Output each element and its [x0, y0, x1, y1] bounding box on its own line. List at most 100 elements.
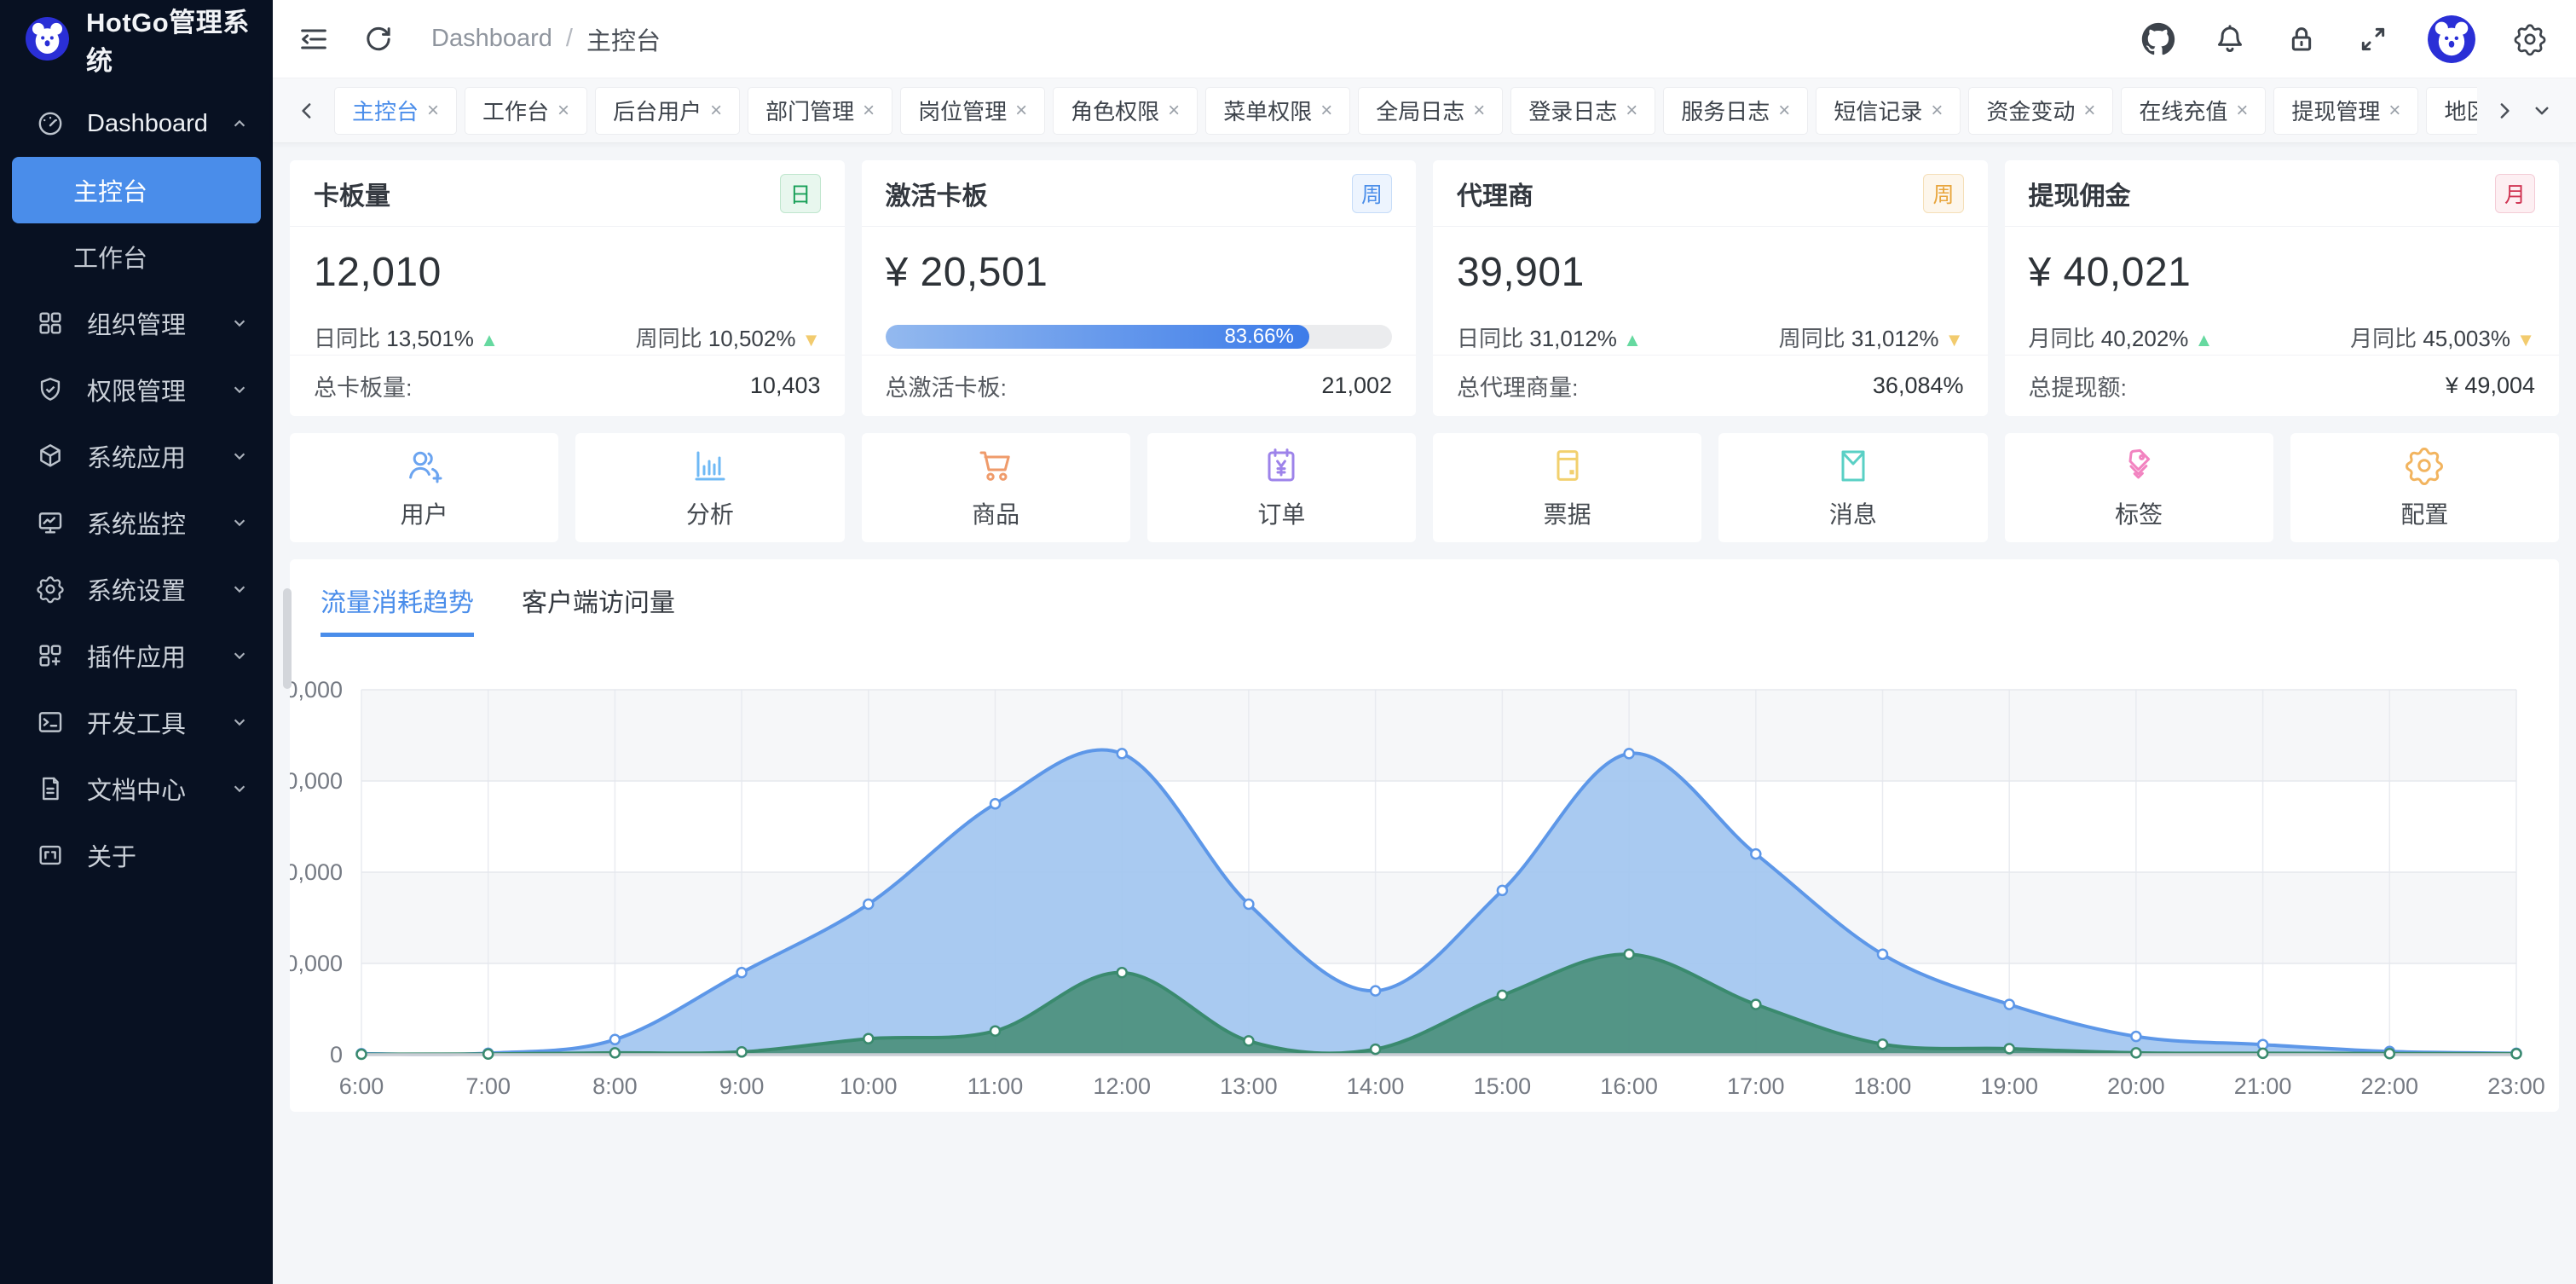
- tabs-scroll-right-icon[interactable]: [2486, 92, 2523, 130]
- frame-icon: [36, 841, 65, 870]
- close-icon[interactable]: ×: [1015, 99, 1027, 123]
- tab-workbench[interactable]: 工作台×: [465, 87, 587, 135]
- app-logo[interactable]: HotGo管理系统: [0, 0, 273, 78]
- stat-card-activated: 激活卡板 周 ¥ 20,501 83.66% 总激活卡板: 21,002: [862, 160, 1417, 416]
- app-title: HotGo管理系统: [86, 1, 273, 78]
- tab-region-codes[interactable]: 地区编码×: [2426, 87, 2477, 135]
- sidebar-item-dev-tools[interactable]: 开发工具: [0, 689, 273, 755]
- activation-progress: 83.66%: [886, 325, 1393, 349]
- shield-check-icon: [36, 375, 65, 404]
- stat-card-pallets: 卡板量 日 12,010 日同比 13,501% ▲ 周同比 10,502% ▼…: [290, 160, 845, 416]
- close-icon[interactable]: ×: [2083, 99, 2095, 123]
- svg-text:7:00: 7:00: [465, 1073, 511, 1099]
- sidebar-item-label: 工作台: [73, 239, 147, 275]
- sidebar-item-workbench[interactable]: 工作台: [12, 223, 261, 290]
- tab-console[interactable]: 主控台×: [334, 87, 457, 135]
- tab-withdraw-manage[interactable]: 提现管理×: [2273, 87, 2418, 135]
- koala-logo-icon: [26, 17, 69, 61]
- shortcut-orders[interactable]: 订单: [1147, 433, 1416, 542]
- shortcut-label: 分析: [686, 496, 734, 530]
- tab-traffic-trend[interactable]: 流量消耗趋势: [321, 581, 474, 637]
- close-icon[interactable]: ×: [1168, 99, 1180, 123]
- shortcut-label: 票据: [1544, 496, 1591, 530]
- shortcut-goods[interactable]: 商品: [862, 433, 1130, 542]
- shortcut-analysis[interactable]: 分析: [575, 433, 844, 542]
- settings-gear-icon[interactable]: [2513, 22, 2547, 56]
- collapse-sidebar-icon[interactable]: [297, 22, 331, 56]
- sub-stat-left: 日同比 31,012% ▲: [1457, 321, 1642, 353]
- sidebar-item-plugins[interactable]: 插件应用: [0, 622, 273, 689]
- tabs-menu-dropdown-icon[interactable]: [2523, 92, 2561, 130]
- svg-text:16:00: 16:00: [1600, 1073, 1658, 1099]
- close-icon[interactable]: ×: [1626, 99, 1637, 123]
- close-icon[interactable]: ×: [2236, 99, 2248, 123]
- card-value: ¥ 20,501: [886, 249, 1393, 296]
- svg-text:10:00: 10:00: [840, 1073, 898, 1099]
- tab-posts[interactable]: 岗位管理×: [900, 87, 1045, 135]
- shortcut-messages[interactable]: 消息: [1718, 433, 1987, 542]
- tabs-scroll-left-icon[interactable]: [288, 92, 326, 130]
- chart-tabs: 流量消耗趋势 客户端访问量: [290, 559, 2559, 637]
- sidebar-item-about[interactable]: 关于: [0, 822, 273, 888]
- close-icon[interactable]: ×: [427, 99, 439, 123]
- refresh-icon[interactable]: [361, 22, 396, 56]
- card-value: 39,901: [1457, 249, 1964, 296]
- close-icon[interactable]: ×: [1778, 99, 1790, 123]
- close-icon[interactable]: ×: [2388, 99, 2400, 123]
- sub-stat-right: 月同比 45,003% ▼: [2350, 321, 2535, 353]
- tab-admin-users[interactable]: 后台用户×: [595, 87, 740, 135]
- sub-stat-right: 周同比 31,012% ▼: [1779, 321, 1964, 353]
- shortcut-users[interactable]: 用户: [290, 433, 558, 542]
- sidebar-item-system-settings[interactable]: 系统设置: [0, 556, 273, 622]
- sidebar-item-console[interactable]: 主控台: [12, 157, 261, 223]
- activation-progress-fill: 83.66%: [886, 325, 1309, 349]
- stat-card-commission: 提现佣金 月 ¥ 40,021 月同比 40,202% ▲ 月同比 45,003…: [2005, 160, 2560, 416]
- fullscreen-icon[interactable]: [2356, 22, 2390, 56]
- calendar-yen-icon: [1261, 445, 1302, 486]
- sidebar-item-dashboard[interactable]: Dashboard: [0, 90, 273, 157]
- gear-icon: [36, 575, 65, 604]
- grid-icon: [36, 309, 65, 338]
- sidebar-item-docs[interactable]: 文档中心: [0, 755, 273, 822]
- shortcut-tickets[interactable]: 票据: [1433, 433, 1701, 542]
- shortcut-tags[interactable]: 标签: [2005, 433, 2273, 542]
- sidebar-item-permission[interactable]: 权限管理: [0, 356, 273, 423]
- sidebar-item-org[interactable]: 组织管理: [0, 290, 273, 356]
- traffic-chart[interactable]: 020,00040,00060,00080,0006:007:008:009:0…: [290, 637, 2559, 1145]
- svg-text:12:00: 12:00: [1093, 1073, 1151, 1099]
- tab-sms-records[interactable]: 短信记录×: [1816, 87, 1961, 135]
- close-icon[interactable]: ×: [557, 99, 569, 123]
- week-badge: 周: [1923, 174, 1963, 213]
- close-icon[interactable]: ×: [1931, 99, 1943, 123]
- day-badge: 日: [780, 174, 820, 213]
- tab-client-visits[interactable]: 客户端访问量: [522, 581, 675, 637]
- sidebar-item-label: 系统应用: [87, 438, 228, 474]
- close-icon[interactable]: ×: [710, 99, 722, 123]
- sub-stat-left: 月同比 40,202% ▲: [2029, 321, 2214, 353]
- tab-online-recharge[interactable]: 在线充值×: [2121, 87, 2266, 135]
- sidebar-item-system-monitor[interactable]: 系统监控: [0, 489, 273, 556]
- sidebar-item-system-app[interactable]: 系统应用: [0, 423, 273, 489]
- tab-login-log[interactable]: 登录日志×: [1510, 87, 1655, 135]
- svg-text:80,000: 80,000: [290, 677, 343, 703]
- tab-funds-changes[interactable]: 资金变动×: [1968, 87, 2113, 135]
- tab-menu-perms[interactable]: 菜单权限×: [1205, 87, 1350, 135]
- github-icon[interactable]: [2141, 22, 2175, 56]
- footer-value: 10,403: [750, 373, 821, 399]
- close-icon[interactable]: ×: [1320, 99, 1332, 123]
- close-icon[interactable]: ×: [863, 99, 875, 123]
- sidebar-item-label: 开发工具: [87, 704, 228, 740]
- tab-role-perms[interactable]: 角色权限×: [1053, 87, 1198, 135]
- shortcut-config[interactable]: 配置: [2290, 433, 2559, 542]
- card-title: 激活卡板: [886, 175, 988, 212]
- scrollbar-thumb[interactable]: [283, 588, 292, 689]
- tab-global-log[interactable]: 全局日志×: [1358, 87, 1503, 135]
- card-title: 卡板量: [314, 175, 390, 212]
- breadcrumb-root[interactable]: Dashboard: [431, 25, 552, 53]
- tab-service-log[interactable]: 服务日志×: [1663, 87, 1808, 135]
- lock-icon[interactable]: [2284, 22, 2319, 56]
- bell-icon[interactable]: [2213, 22, 2247, 56]
- user-avatar[interactable]: [2428, 15, 2475, 63]
- close-icon[interactable]: ×: [1473, 99, 1485, 123]
- tab-departments[interactable]: 部门管理×: [748, 87, 892, 135]
